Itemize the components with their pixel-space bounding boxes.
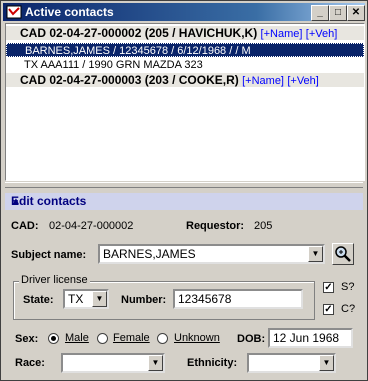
race-label: Race:: [15, 357, 45, 369]
state-combo[interactable]: TX ▼: [63, 289, 109, 309]
subject-name-value: BARNES,JAMES: [103, 247, 196, 261]
dob-label: DOB:: [237, 333, 266, 345]
female-label: Female: [113, 332, 150, 344]
ethnicity-label: Ethnicity:: [187, 357, 238, 369]
c-checkbox[interactable]: ✓: [323, 304, 334, 315]
contacts-app-icon: [6, 5, 22, 19]
minimize-button[interactable]: _: [311, 5, 329, 21]
pane-splitter[interactable]: [5, 182, 363, 188]
collapse-up-icon[interactable]: ▲: [11, 193, 359, 210]
c-label: C?: [341, 303, 356, 315]
cad-label: CAD:: [11, 220, 39, 232]
sex-label: Sex:: [15, 333, 39, 345]
group-title: CAD 02-04-27-000003 (203 / COOKE,R): [20, 73, 239, 87]
title-bar[interactable]: Active contacts _ □ ✕: [3, 3, 365, 21]
group-title: CAD 02-04-27-000002 (205 / HAVICHUK,K): [20, 26, 258, 40]
unknown-radio[interactable]: [157, 333, 168, 344]
subject-name-combo[interactable]: BARNES,JAMES ▼: [98, 244, 325, 264]
add-veh-link[interactable]: [+Veh]: [287, 75, 319, 87]
license-number-field[interactable]: 12345678: [173, 289, 303, 309]
group-title-wrap: CAD 02-04-27-000003 (203 / COOKE,R) [+Na…: [20, 73, 319, 88]
ethnicity-combo[interactable]: ▼: [247, 353, 336, 373]
chevron-down-icon[interactable]: ▼: [308, 246, 323, 262]
driver-license-label: Driver license: [19, 274, 90, 286]
search-button[interactable]: [332, 243, 354, 265]
contact-row-selected[interactable]: BARNES,JAMES / 12345678 / 6/12/1968 / / …: [6, 43, 364, 57]
chevron-down-icon[interactable]: ▼: [319, 355, 334, 371]
chevron-down-icon[interactable]: ▼: [148, 355, 163, 371]
vehicle-row[interactable]: TX AAA111 / 1990 GRN MAZDA 323: [6, 58, 368, 72]
s-checkbox[interactable]: ✓: [323, 282, 334, 293]
requestor-label: Requestor:: [186, 220, 245, 232]
contacts-list[interactable]: CAD 02-04-27-000002 (205 / HAVICHUK,K) […: [5, 23, 365, 181]
contact-group-header[interactable]: CAD 02-04-27-000002 (205 / HAVICHUK,K) […: [6, 26, 364, 40]
male-radio[interactable]: [48, 333, 59, 344]
cad-value: 02-04-27-000002: [49, 220, 134, 232]
add-name-link[interactable]: [+Name]: [242, 75, 284, 87]
add-name-link[interactable]: [+Name]: [261, 28, 303, 40]
requestor-value: 205: [254, 220, 273, 232]
state-value: TX: [68, 292, 84, 306]
male-label: Male: [65, 332, 89, 344]
maximize-button[interactable]: □: [329, 5, 347, 21]
group-title-wrap: CAD 02-04-27-000002 (205 / HAVICHUK,K) […: [20, 26, 337, 41]
female-radio[interactable]: [97, 333, 108, 344]
chevron-down-icon[interactable]: ▼: [92, 291, 107, 307]
window-title: Active contacts: [25, 5, 114, 19]
magnifier-icon: [335, 246, 351, 262]
number-label: Number:: [121, 294, 167, 306]
edit-contacts-header[interactable]: Edit contacts ▲: [5, 193, 363, 210]
state-label: State:: [23, 294, 54, 306]
race-combo[interactable]: ▼: [61, 353, 165, 373]
contact-group-header[interactable]: CAD 02-04-27-000003 (203 / COOKE,R) [+Na…: [6, 73, 364, 87]
subject-name-label: Subject name:: [11, 249, 87, 261]
close-button[interactable]: ✕: [347, 5, 365, 21]
dob-field[interactable]: 12 Jun 1968: [268, 328, 353, 348]
s-label: S?: [341, 281, 355, 293]
unknown-label: Unknown: [174, 332, 220, 344]
active-contacts-window: Active contacts _ □ ✕ CAD 02-04-27-00000…: [0, 0, 368, 381]
add-veh-link[interactable]: [+Veh]: [306, 28, 338, 40]
